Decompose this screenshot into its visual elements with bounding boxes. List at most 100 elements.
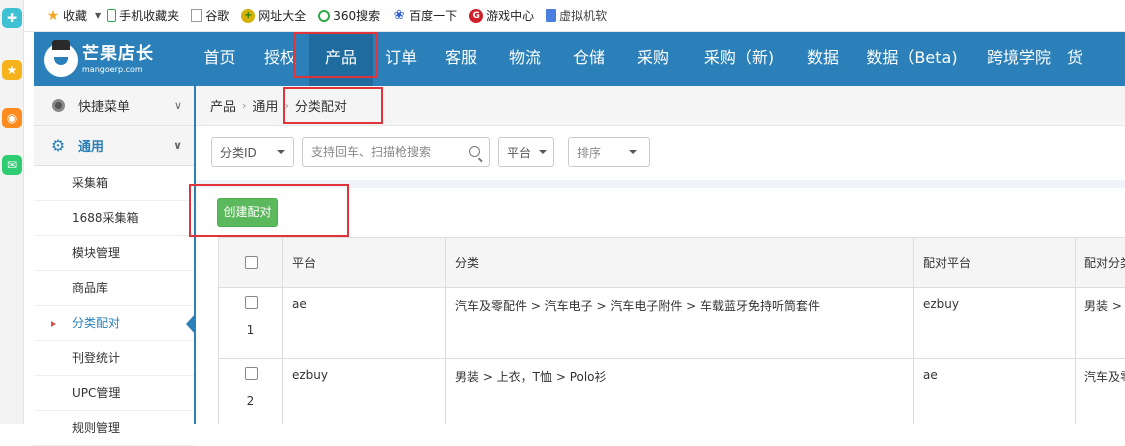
doc-icon (546, 9, 557, 22)
cell-match-category: 汽车及零 (1084, 370, 1125, 384)
main-nav: 首页 授权 产品 订单 客服 物流 仓储 采购 采购（新) 数据 数据（Beta… (188, 32, 1093, 86)
cell-platform: ezbuy (283, 359, 446, 424)
plus-globe-icon: + (241, 8, 256, 23)
sidebar: 快捷菜单 ∨ ⚙ 通用 ∨ 采集箱 1688采集箱 模块管理 商品库 分类配对 … (34, 86, 196, 446)
nav-warehouse[interactable]: 仓储 (557, 32, 621, 86)
row-checkbox[interactable] (245, 296, 258, 309)
table-row: 1 ae 汽车及零配件 > 汽车电子 > 汽车电子附件 > 车载蓝牙免持听筒套件… (219, 288, 1125, 359)
search-icon[interactable] (469, 146, 480, 157)
cell-platform: ae (283, 288, 446, 358)
star-icon[interactable]: ★ (2, 60, 22, 80)
row-index: 1 (246, 323, 255, 337)
app-header: 芒果店长 mangoerp.com 首页 授权 产品 订单 客服 物流 仓储 采… (34, 32, 1125, 86)
sidebar-item-1688-collect-box[interactable]: 1688采集箱 (34, 201, 194, 236)
breadcrumb-products[interactable]: 产品 (210, 96, 236, 115)
weibo-icon[interactable]: ◉ (2, 108, 22, 128)
nav-more[interactable]: 货 (1067, 32, 1093, 86)
nav-purchase-new[interactable]: 采购（新) (685, 32, 793, 86)
360-icon (318, 9, 331, 22)
sidebar-item-collect-box[interactable]: 采集箱 (34, 166, 194, 201)
row-index: 2 (246, 394, 255, 408)
sidebar-item-listing-stats[interactable]: 刊登统计 (34, 341, 194, 376)
create-pairing-button[interactable]: 创建配对 (217, 198, 278, 227)
nav-logistics[interactable]: 物流 (493, 32, 557, 86)
header-checkbox-cell (219, 238, 283, 287)
sidebar-list: 采集箱 1688采集箱 模块管理 商品库 分类配对 刊登统计 UPC管理 规则管… (34, 166, 196, 446)
active-marker-icon (51, 321, 56, 327)
add-icon[interactable]: ✚ (2, 8, 22, 28)
nav-academy[interactable]: 跨境学院 (971, 32, 1067, 86)
search-input-wrapper (302, 137, 490, 167)
divider (196, 180, 1125, 188)
mascot-icon (44, 40, 78, 77)
bookmarks-bar: ★ 收藏 ▼ 手机收藏夹 谷歌 + 网址大全 360搜索 ❀ 百度一下 G 游戏… (24, 0, 1125, 32)
chevron-down-icon: ∨ (173, 99, 182, 112)
sidebar-item-upc-management[interactable]: UPC管理 (34, 376, 194, 411)
sort-select[interactable]: 排序 (568, 137, 650, 167)
cell-match-platform: ae (914, 359, 1076, 424)
cell-category: 男装 > 上衣，T恤 > Polo衫 (446, 359, 914, 424)
nav-service[interactable]: 客服 (429, 32, 493, 86)
header-platform[interactable]: 平台 (283, 238, 446, 287)
star-icon: ★ (46, 7, 60, 24)
sidebar-item-rule-management[interactable]: 规则管理 (34, 411, 194, 446)
nav-products[interactable]: 产品 (309, 32, 373, 86)
chevron-down-icon: ∨ (173, 139, 182, 152)
chevron-down-icon[interactable]: ▼ (95, 11, 101, 20)
gear-icon: ⚙ (50, 136, 66, 155)
row-checkbox-cell: 1 (219, 288, 283, 358)
caret-down-icon (629, 150, 637, 154)
logo[interactable]: 芒果店长 mangoerp.com (44, 40, 184, 80)
nav-data[interactable]: 数据 (793, 32, 853, 86)
bookmark-site-nav[interactable]: + 网址大全 (241, 7, 306, 24)
select-all-checkbox[interactable] (245, 256, 258, 269)
cell-match-category: 男装 > 外 (1084, 299, 1125, 313)
breadcrumb: 产品 › 通用 › 分类配对 (196, 86, 1125, 126)
disc-icon (50, 98, 66, 114)
table-header-row: 平台 分类 配对平台 配对分类 (219, 237, 1125, 288)
bookmark-games[interactable]: G 游戏中心 (469, 7, 534, 24)
table-row: 2 ezbuy 男装 > 上衣，T恤 > Polo衫 ae 汽车及零 (219, 359, 1125, 424)
nav-home[interactable]: 首页 (188, 32, 251, 86)
nav-purchase[interactable]: 采购 (621, 32, 685, 86)
bookmark-favorites[interactable]: ★ 收藏 (46, 7, 87, 24)
sidebar-general[interactable]: ⚙ 通用 ∨ (34, 126, 194, 166)
platform-dropdown[interactable]: 平台 (498, 137, 554, 167)
active-pointer-icon (186, 313, 196, 335)
pairing-table: 平台 分类 配对平台 配对分类 1 ae 汽车及零配件 > 汽车电子 > 汽车电… (218, 237, 1125, 424)
cell-match-platform: ezbuy (914, 288, 1076, 358)
row-checkbox-cell: 2 (219, 359, 283, 424)
caret-down-icon (539, 150, 547, 154)
header-match-category[interactable]: 配对分类 (1076, 238, 1125, 287)
header-match-platform[interactable]: 配对平台 (914, 238, 1076, 287)
chevron-right-icon: › (242, 99, 247, 112)
row-checkbox[interactable] (245, 367, 258, 380)
sidebar-quick-menu[interactable]: 快捷菜单 ∨ (34, 86, 194, 126)
breadcrumb-general[interactable]: 通用 (252, 96, 278, 115)
bookmark-360[interactable]: 360搜索 (318, 7, 380, 24)
filter-bar: 分类ID 平台 排序 (196, 126, 1125, 180)
header-category[interactable]: 分类 (446, 238, 914, 287)
bookmark-baidu[interactable]: ❀ 百度一下 (392, 7, 457, 24)
category-id-select[interactable]: 分类ID (211, 137, 294, 167)
cell-category: 汽车及零配件 > 汽车电子 > 汽车电子附件 > 车载蓝牙免持听筒套件 (446, 288, 914, 358)
sidebar-item-module-management[interactable]: 模块管理 (34, 236, 194, 271)
search-input[interactable] (311, 145, 461, 159)
breadcrumb-current: 分类配对 (294, 100, 347, 115)
bookmark-google[interactable]: 谷歌 (191, 7, 229, 24)
browser-sidebar: ✚ ★ ◉ ✉ (0, 0, 24, 424)
chevron-right-icon: › (284, 99, 289, 112)
bookmark-mobile[interactable]: 手机收藏夹 (107, 7, 179, 24)
page-icon (191, 9, 203, 22)
nav-auth[interactable]: 授权 (251, 32, 309, 86)
caret-down-icon (277, 150, 285, 154)
sidebar-item-category-matching[interactable]: 分类配对 (34, 306, 196, 341)
paw-icon: ❀ (393, 8, 405, 23)
nav-orders[interactable]: 订单 (373, 32, 429, 86)
mail-icon[interactable]: ✉ (2, 155, 22, 175)
sidebar-item-product-library[interactable]: 商品库 (34, 271, 194, 306)
bookmark-vm[interactable]: 虚拟机软 (546, 7, 607, 24)
phone-icon (107, 9, 117, 22)
nav-data-beta[interactable]: 数据（Beta) (853, 32, 971, 86)
game-icon: G (469, 8, 484, 23)
